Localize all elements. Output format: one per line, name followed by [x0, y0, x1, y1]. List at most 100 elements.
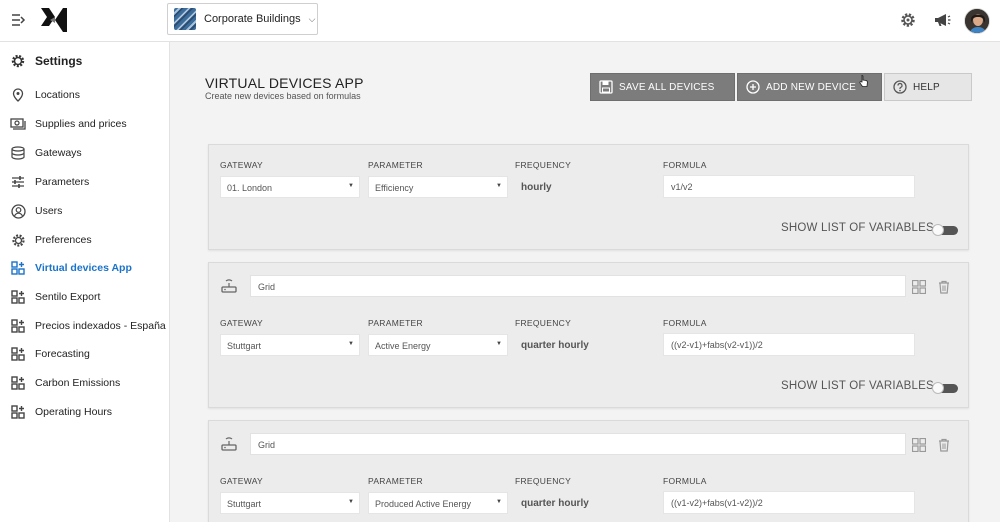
grid-view-icon[interactable]	[911, 437, 927, 453]
apps-icon	[10, 404, 26, 420]
sidebar-header: Settings	[10, 53, 82, 69]
frequency-label: FREQUENCY	[515, 318, 572, 328]
show-variables-toggle[interactable]	[932, 382, 958, 394]
parameter-select[interactable]: Produced Active Energy ▼	[368, 492, 508, 514]
device-name-input[interactable]: Grid	[250, 275, 906, 297]
gateway-label: GATEWAY	[220, 318, 264, 328]
help-button[interactable]: HELP	[884, 73, 972, 101]
gateway-label: GATEWAY	[220, 476, 264, 486]
save-all-devices-button[interactable]: SAVE ALL DEVICES	[590, 73, 735, 101]
apps-icon	[10, 318, 26, 334]
trash-icon[interactable]	[938, 280, 952, 294]
show-variables-label: SHOW LIST OF VARIABLES	[781, 222, 934, 234]
sidebar-item-preferences[interactable]: Preferences	[10, 230, 170, 250]
trash-icon[interactable]	[938, 438, 952, 452]
sidebar-item-label: Parameters	[35, 176, 90, 188]
gateway-select[interactable]: Stuttgart ▼	[220, 492, 360, 514]
formula-label: FORMULA	[663, 160, 707, 170]
sidebar-item-parameters[interactable]: Parameters	[10, 172, 170, 192]
show-variables-label: SHOW LIST OF VARIABLES	[781, 380, 934, 392]
sidebar-item-label: Precios indexados - España	[35, 320, 166, 332]
sidebar-item-label: Preferences	[35, 234, 92, 246]
gear-icon	[11, 54, 25, 68]
router-icon	[221, 436, 237, 452]
avatar[interactable]	[964, 8, 990, 34]
formula-value: ((v2-v1)+fabs(v2-v1))/2	[671, 340, 763, 350]
device-card: Grid GATEWAY PARAMETER FREQUENCY FORMULA…	[208, 262, 969, 408]
apps-icon	[10, 346, 26, 362]
grid-view-icon[interactable]	[911, 279, 927, 295]
add-new-device-label: ADD NEW DEVICE	[766, 81, 857, 93]
menu-toggle-icon[interactable]	[11, 13, 27, 27]
site-selector[interactable]: Corporate Buildings ⌵	[167, 3, 318, 35]
device-name-value: Grid	[258, 440, 276, 450]
sidebar-item-label: Operating Hours	[35, 406, 113, 418]
device-card: Grid GATEWAY PARAMETER FREQUENCY FORMULA…	[208, 420, 969, 522]
frequency-value: quarter hourly	[521, 340, 589, 351]
sidebar-item-label: Sentilo Export	[35, 291, 101, 303]
sidebar-item-carbon-emissions[interactable]: Carbon Emissions	[10, 373, 170, 393]
parameter-select[interactable]: Active Energy ▼	[368, 334, 508, 356]
gateway-value: Stuttgart	[227, 499, 262, 509]
parameter-value: Active Energy	[375, 341, 431, 351]
show-variables-toggle[interactable]	[932, 224, 958, 236]
sidebar-item-label: Users	[35, 205, 63, 217]
toggle-knob	[932, 382, 944, 394]
frequency-value: quarter hourly	[521, 498, 589, 509]
gear-icon	[10, 232, 26, 248]
site-name: Corporate Buildings	[204, 13, 301, 25]
dropdown-arrow-icon: ▼	[496, 183, 502, 189]
sidebar-title: Settings	[35, 54, 83, 68]
cursor-icon	[858, 74, 870, 93]
sidebar-item-label: Gateways	[35, 147, 82, 159]
gateway-select[interactable]: Stuttgart ▼	[220, 334, 360, 356]
parameter-label: PARAMETER	[368, 160, 423, 170]
gateway-value: 01. London	[227, 183, 273, 193]
formula-value: v1/v2	[671, 182, 693, 192]
device-name-input[interactable]: Grid	[250, 433, 906, 455]
sidebar-item-users[interactable]: Users	[10, 201, 170, 221]
router-icon	[221, 278, 237, 294]
formula-label: FORMULA	[663, 476, 707, 486]
save-icon	[599, 80, 613, 94]
gear-icon[interactable]	[898, 10, 918, 30]
gateway-value: Stuttgart	[227, 341, 262, 351]
frequency-label: FREQUENCY	[515, 160, 572, 170]
sidebar-item-locations[interactable]: Locations	[10, 85, 170, 105]
sidebar-item-operating-hours[interactable]: Operating Hours	[10, 402, 170, 422]
parameter-select[interactable]: Efficiency ▼	[368, 176, 508, 198]
logo-icon[interactable]	[40, 7, 68, 33]
formula-label: FORMULA	[663, 318, 707, 328]
frequency-value: hourly	[521, 182, 552, 193]
database-icon	[10, 145, 26, 161]
sidebar-item-supplies[interactable]: Supplies and prices	[10, 114, 170, 134]
sidebar-item-virtual-devices[interactable]: Virtual devices App	[10, 258, 170, 278]
apps-icon	[10, 289, 26, 305]
help-label: HELP	[913, 81, 940, 93]
sidebar-item-sentilo-export[interactable]: Sentilo Export	[10, 287, 170, 307]
toggle-knob	[932, 224, 944, 236]
sidebar-item-forecasting[interactable]: Forecasting	[10, 344, 170, 364]
formula-input[interactable]: v1/v2	[663, 175, 915, 198]
top-bar: Corporate Buildings ⌵	[0, 0, 1000, 42]
save-all-devices-label: SAVE ALL DEVICES	[619, 81, 715, 93]
sidebar-item-precios-indexados[interactable]: Precios indexados - España	[10, 316, 170, 336]
formula-input[interactable]: ((v1-v2)+fabs(v1-v2))/2	[663, 491, 915, 514]
help-icon	[893, 80, 907, 94]
dropdown-arrow-icon: ▼	[496, 499, 502, 505]
sidebar-item-gateways[interactable]: Gateways	[10, 143, 170, 163]
location-pin-icon	[10, 87, 26, 103]
device-card: GATEWAY PARAMETER FREQUENCY FORMULA 01. …	[208, 144, 969, 250]
dropdown-arrow-icon: ▼	[496, 341, 502, 347]
sliders-icon	[10, 174, 26, 190]
frequency-label: FREQUENCY	[515, 476, 572, 486]
megaphone-icon[interactable]	[932, 10, 952, 30]
page-subtitle: Create new devices based on formulas	[205, 91, 361, 101]
gateway-label: GATEWAY	[220, 160, 264, 170]
formula-input[interactable]: ((v2-v1)+fabs(v2-v1))/2	[663, 333, 915, 356]
chevron-down-icon: ⌵	[308, 13, 316, 24]
apps-icon	[10, 260, 26, 276]
gateway-select[interactable]: 01. London ▼	[220, 176, 360, 198]
formula-value: ((v1-v2)+fabs(v1-v2))/2	[671, 498, 763, 508]
sidebar-item-label: Virtual devices App	[35, 262, 132, 274]
